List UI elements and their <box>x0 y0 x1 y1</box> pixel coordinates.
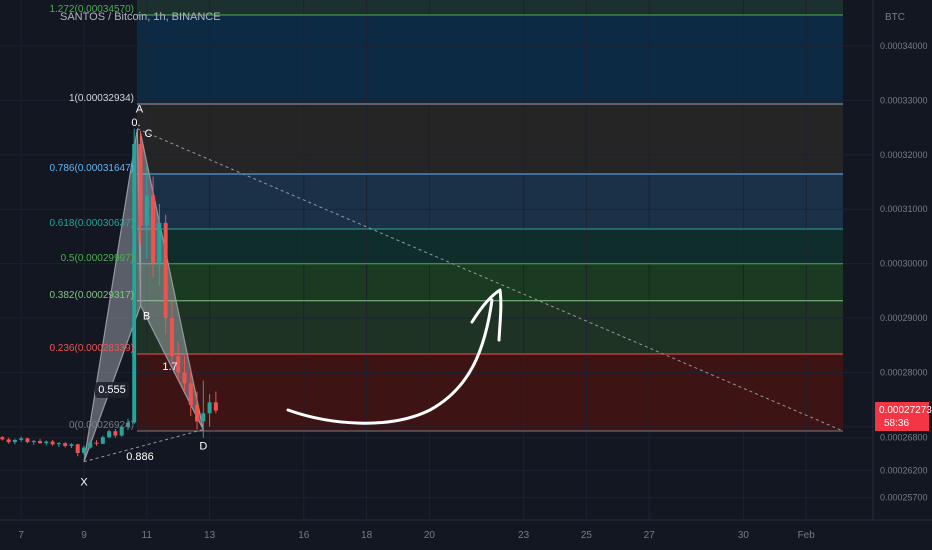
candle-body <box>138 143 143 226</box>
candle-body <box>63 443 68 446</box>
time-tick-label: 13 <box>204 530 216 541</box>
time-tick-label: 23 <box>518 530 530 541</box>
candle-body <box>157 222 162 264</box>
candle-body <box>113 431 118 436</box>
time-tick-label: 27 <box>644 530 656 541</box>
candle-body <box>201 413 206 422</box>
time-axis[interactable]: 7 9 11 13 16 18 20 23 25 27 30 Feb <box>0 519 932 550</box>
pattern-ratio-label: 1.7 <box>162 361 177 373</box>
candle-body <box>12 439 17 443</box>
candle-body <box>88 442 93 448</box>
chart-window[interactable]: 1.272(0.00034570) 1(0.00032934) 0.786(0.00… <box>0 0 932 550</box>
price-tick-label: 0.00026200 <box>880 465 928 475</box>
time-tick-label: 18 <box>361 530 373 541</box>
candle-body <box>195 405 200 422</box>
pattern-ratio-label: 0. <box>131 117 140 129</box>
time-tick-label: 7 <box>18 530 24 541</box>
fib-zone <box>137 104 843 175</box>
time-tick-label: 9 <box>81 530 87 541</box>
candle-body <box>107 431 112 438</box>
fib-level-label: 0.618(0.00030637) <box>49 218 134 229</box>
fib-zone <box>137 354 843 431</box>
fib-zone <box>137 228 843 264</box>
price-tick-label: 0.00032000 <box>880 150 928 160</box>
time-axis-background <box>0 520 932 550</box>
current-price-label: 0.00027273 <box>879 405 932 416</box>
time-tick-label: 25 <box>581 530 593 541</box>
candle-body <box>19 438 24 440</box>
price-tick-label: 0.00028000 <box>880 367 928 377</box>
candle-body <box>50 441 55 445</box>
time-tick-label: 16 <box>298 530 310 541</box>
fib-level-label: 0.786(0.00031647) <box>49 163 134 174</box>
currency-label: BTC <box>885 12 905 23</box>
pattern-point-c: C <box>145 128 153 140</box>
fib-level-label: 0.236(0.00028339) <box>49 343 134 354</box>
fib-level-label: 1(0.00032934) <box>69 93 134 104</box>
symbol-title: SANTOS / Bitcoin, 1h, BINANCE <box>60 11 221 23</box>
price-tick-label: 0.00033000 <box>880 95 928 105</box>
candle-body <box>94 442 99 444</box>
candle-body <box>100 437 105 444</box>
candle-body <box>82 447 86 453</box>
fib-zone-above-top <box>137 0 843 15</box>
candle-body <box>182 372 187 384</box>
fib-level-label: 0(0.00026924) <box>69 420 134 431</box>
fib-zone <box>137 174 843 229</box>
price-tick-label: 0.00030000 <box>880 259 928 269</box>
candle-body <box>169 318 174 357</box>
candle-body <box>31 441 36 443</box>
candle-body <box>44 441 49 444</box>
price-tick-label: 0.00031000 <box>880 204 928 214</box>
time-tick-label: 11 <box>142 530 153 541</box>
chart-canvas[interactable]: 1.272(0.00034570)1(0.00032934)0.786(0.00… <box>0 0 932 550</box>
fib-zone <box>137 263 843 301</box>
price-tick-label: 0.00026800 <box>880 433 928 443</box>
candle-body <box>163 222 168 319</box>
fib-zone <box>137 14 843 104</box>
candle-body <box>69 444 74 446</box>
candle-body <box>75 444 80 453</box>
price-tick-label: 0.00025700 <box>880 493 928 503</box>
fib-level-label: 0.5(0.00029997) <box>61 253 134 264</box>
pattern-point-x: X <box>80 477 88 489</box>
candle-body <box>38 441 43 444</box>
fib-zone-fills <box>137 0 843 431</box>
candle-body <box>0 437 5 440</box>
candle-body <box>56 443 61 445</box>
pattern-point-b: B <box>143 311 150 323</box>
candle-body <box>207 402 212 414</box>
fib-level-label: 0.382(0.00029317) <box>49 290 134 301</box>
price-tick-label: 0.00034000 <box>880 41 928 51</box>
price-tick-label: 0.00029000 <box>880 313 928 323</box>
time-tick-label: Feb <box>798 530 816 541</box>
pattern-point-a: A <box>136 104 144 116</box>
candle-body <box>132 143 137 423</box>
candle-body <box>188 383 193 406</box>
time-tick-label: 20 <box>424 530 436 541</box>
candle-body <box>213 402 218 411</box>
pattern-ratio-label: 0.886 <box>126 451 154 463</box>
pattern-ratio-label: 0.555 <box>98 384 126 396</box>
candle-body <box>25 438 30 443</box>
candle-body <box>144 195 149 226</box>
price-axis[interactable]: BTC 0.00034000 0.00033000 0.00032000 0.0003… <box>872 0 932 520</box>
pattern-point-d: D <box>199 441 207 453</box>
countdown-label: 58:36 <box>884 418 909 429</box>
time-tick-label: 30 <box>738 530 750 541</box>
candle-body <box>151 195 156 264</box>
candle-body <box>6 439 11 443</box>
